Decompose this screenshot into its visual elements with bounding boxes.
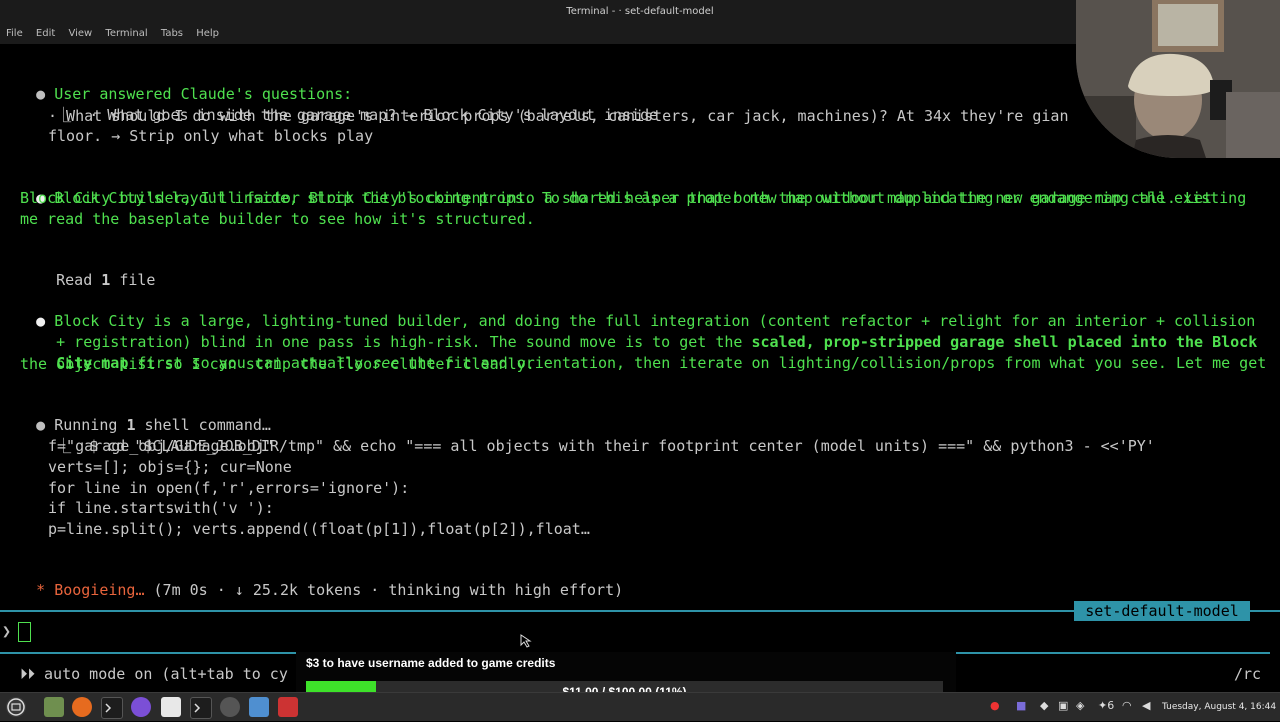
read-status: Read 1 file (56, 271, 156, 289)
running-status: ● Running 1 shell command… (36, 416, 271, 434)
notification-count: 6 (1107, 699, 1115, 712)
answer-1: ⎿ · What goes inside the garage map? → B… (56, 106, 659, 124)
message-2-line-4: the object list so I can strip the floor… (20, 355, 535, 373)
menu-file[interactable]: File (6, 24, 23, 44)
input-top-divider-end (1250, 610, 1280, 612)
command-line-3: verts=[]; objs={}; cur=None (48, 458, 292, 476)
start-menu-icon[interactable] (6, 697, 26, 717)
menu-tabs[interactable]: Tabs (161, 24, 183, 44)
footer-right-hint: /rc (1234, 665, 1262, 683)
terminal-area[interactable]: ● User answered Claude's questions: ⎿ · … (0, 44, 1280, 660)
auto-mode-status: ⏵⏵ auto mode on (alt+tab to cy (20, 665, 288, 683)
terminal-icon[interactable] (101, 697, 123, 719)
input-cursor[interactable] (18, 622, 31, 642)
taskbar-clock[interactable]: Tuesday, August 4, 16:44 (1162, 693, 1276, 721)
menu-help[interactable]: Help (196, 24, 219, 44)
shield-tray-icon[interactable]: ◈ (1076, 699, 1084, 712)
command-line-1: ⎿ $ cd "$CLAUDE_JOB_DIR/tmp" && echo "==… (56, 437, 1155, 455)
message-1-line-1: ● Block City's layout inside, strip the … (36, 189, 1247, 207)
settings-icon[interactable] (220, 697, 240, 717)
answered-line: ● User answered Claude's questions: (0, 64, 352, 103)
message-2-line-1: ● Block City is a large, lighting-tuned … (36, 312, 1256, 330)
terminal-2-icon[interactable] (190, 697, 212, 719)
input-bottom-divider-right (956, 652, 1270, 654)
message-1-line-3: me read the baseplate builder to see how… (20, 210, 535, 228)
spinner-icon: * (36, 581, 46, 599)
discord-tray-icon[interactable]: ■ (1016, 699, 1026, 712)
message-1-line-2: Block City builder, I'll factor Block Ci… (20, 189, 1213, 207)
message-2-line-3: City map first so you can actually see t… (56, 354, 1267, 372)
app-icon[interactable] (278, 697, 298, 717)
firefox-icon[interactable] (72, 697, 92, 717)
file-manager-icon[interactable] (44, 697, 64, 717)
donation-goal-title: $3 to have username added to game credit… (306, 656, 556, 670)
command-line-5: if line.startswith('v '): (48, 499, 274, 517)
notification-tray-icon[interactable]: ✦6 (1098, 699, 1114, 712)
answer-2-cont: floor. → Strip only what blocks play (48, 127, 374, 145)
network-tray-icon[interactable]: ◠ (1122, 699, 1132, 712)
answer-2: · What should I do with the garage's int… (48, 107, 1069, 125)
obs-tray-icon[interactable]: ● (990, 699, 1000, 712)
godot-icon[interactable] (249, 697, 269, 717)
tray-icon-1[interactable]: ◆ (1040, 699, 1048, 712)
text-editor-icon[interactable] (161, 697, 181, 717)
input-bottom-divider-left (0, 652, 296, 654)
obsidian-icon[interactable] (131, 697, 151, 717)
thinking-status: * Boogieing… (7m 0s · ↓ 25.2k tokens · t… (36, 581, 624, 599)
command-line-2: f="garage_obj/Garage.obj" (48, 437, 274, 455)
taskbar: ● ■ ◆ ▣ ◈ ✦6 ◠ ◀ Tuesday, August 4, 16:4… (0, 692, 1280, 721)
mouse-pointer-icon (520, 634, 532, 648)
menu-view[interactable]: View (68, 24, 92, 44)
prompt-icon: ❯ (2, 622, 12, 640)
command-line-6: p=line.split(); verts.append((float(p[1]… (48, 520, 590, 538)
clipboard-tray-icon[interactable]: ▣ (1058, 699, 1068, 712)
message-2-line-2: + registration) blind in one pass is hig… (56, 333, 1258, 351)
menu-edit[interactable]: Edit (36, 24, 55, 44)
volume-tray-icon[interactable]: ◀ (1142, 699, 1150, 712)
session-tag: set-default-model (1074, 601, 1250, 621)
menu-terminal[interactable]: Terminal (105, 24, 147, 44)
input-top-divider (0, 610, 1074, 612)
command-line-4: for line in open(f,'r',errors='ignore'): (48, 479, 410, 497)
